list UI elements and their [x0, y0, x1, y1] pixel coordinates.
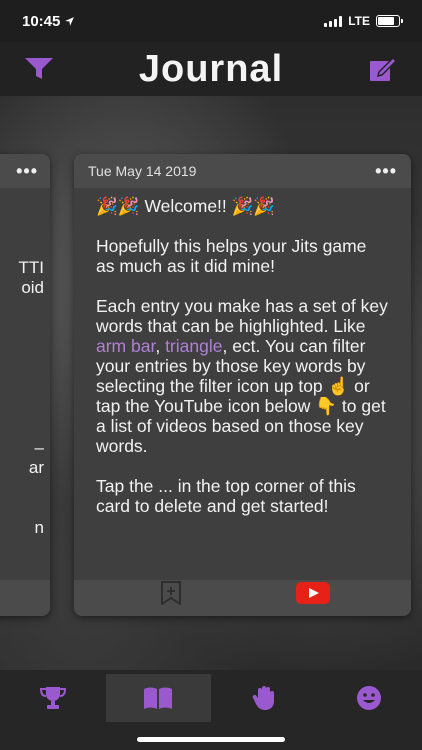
- tab-trophies[interactable]: [0, 674, 106, 722]
- card-text-fragment: oid: [21, 278, 44, 297]
- youtube-button[interactable]: [296, 582, 330, 609]
- card-text-fragment: ar: [28, 458, 44, 477]
- smiley-icon: [357, 686, 382, 710]
- intro-paragraph: Hopefully this helps your Jits game as m…: [96, 236, 367, 276]
- card-text-fragment: –: [34, 438, 44, 457]
- status-right: LTE: [324, 14, 403, 28]
- tab-profile[interactable]: [317, 674, 422, 722]
- keyword-triangle[interactable]: triangle: [165, 336, 222, 356]
- book-icon: [144, 687, 173, 709]
- entry-body: 🎉🎉 Welcome!! 🎉🎉 Hopefully this helps you…: [74, 188, 411, 516]
- welcome-line: 🎉🎉 Welcome!! 🎉🎉: [96, 196, 276, 216]
- tab-techniques[interactable]: [211, 674, 317, 722]
- hand-icon: [252, 686, 274, 710]
- card-header: Tue May 14 2019 •••: [74, 154, 411, 188]
- filter-button[interactable]: [22, 52, 56, 86]
- signal-icon: [324, 15, 343, 27]
- delete-hint-paragraph: Tap the ... in the top corner of this ca…: [96, 476, 356, 516]
- compose-button[interactable]: [366, 52, 400, 86]
- battery-icon: [376, 15, 403, 27]
- background-photo: ••• TTI oid – ar n Tue May 14 2019 ••• 🎉…: [0, 96, 422, 670]
- home-indicator[interactable]: [137, 737, 285, 742]
- status-bar: 10:45 LTE: [0, 0, 422, 42]
- bookmark-button[interactable]: [160, 581, 182, 610]
- location-arrow-icon: [65, 16, 75, 26]
- keyword-arm-bar[interactable]: arm bar: [96, 336, 155, 356]
- filter-icon: [25, 58, 53, 79]
- youtube-icon: [296, 582, 330, 604]
- tab-journal[interactable]: [105, 674, 211, 722]
- tab-bar: [0, 670, 422, 750]
- instructions-paragraph: Each entry you make has a set of key wor…: [96, 296, 388, 456]
- card-menu-icon[interactable]: •••: [16, 162, 38, 180]
- card-text-fragment: n: [34, 518, 44, 537]
- card-footer: [74, 580, 411, 616]
- compose-icon: [370, 56, 397, 81]
- nav-header: Journal: [0, 42, 422, 96]
- journal-entry-card[interactable]: Tue May 14 2019 ••• 🎉🎉 Welcome!! 🎉🎉 Hope…: [74, 154, 411, 616]
- network-label: LTE: [348, 14, 370, 28]
- clock: 10:45: [22, 12, 61, 30]
- card-menu-icon[interactable]: •••: [375, 162, 397, 180]
- entry-date: Tue May 14 2019: [88, 163, 197, 179]
- card-text-fragment: TTI: [18, 258, 45, 277]
- page-title: Journal: [138, 47, 284, 90]
- status-left: 10:45: [22, 13, 75, 30]
- previous-entry-card[interactable]: ••• TTI oid – ar n: [0, 154, 50, 616]
- trophy-icon: [39, 687, 66, 709]
- bookmark-add-icon: [161, 581, 181, 606]
